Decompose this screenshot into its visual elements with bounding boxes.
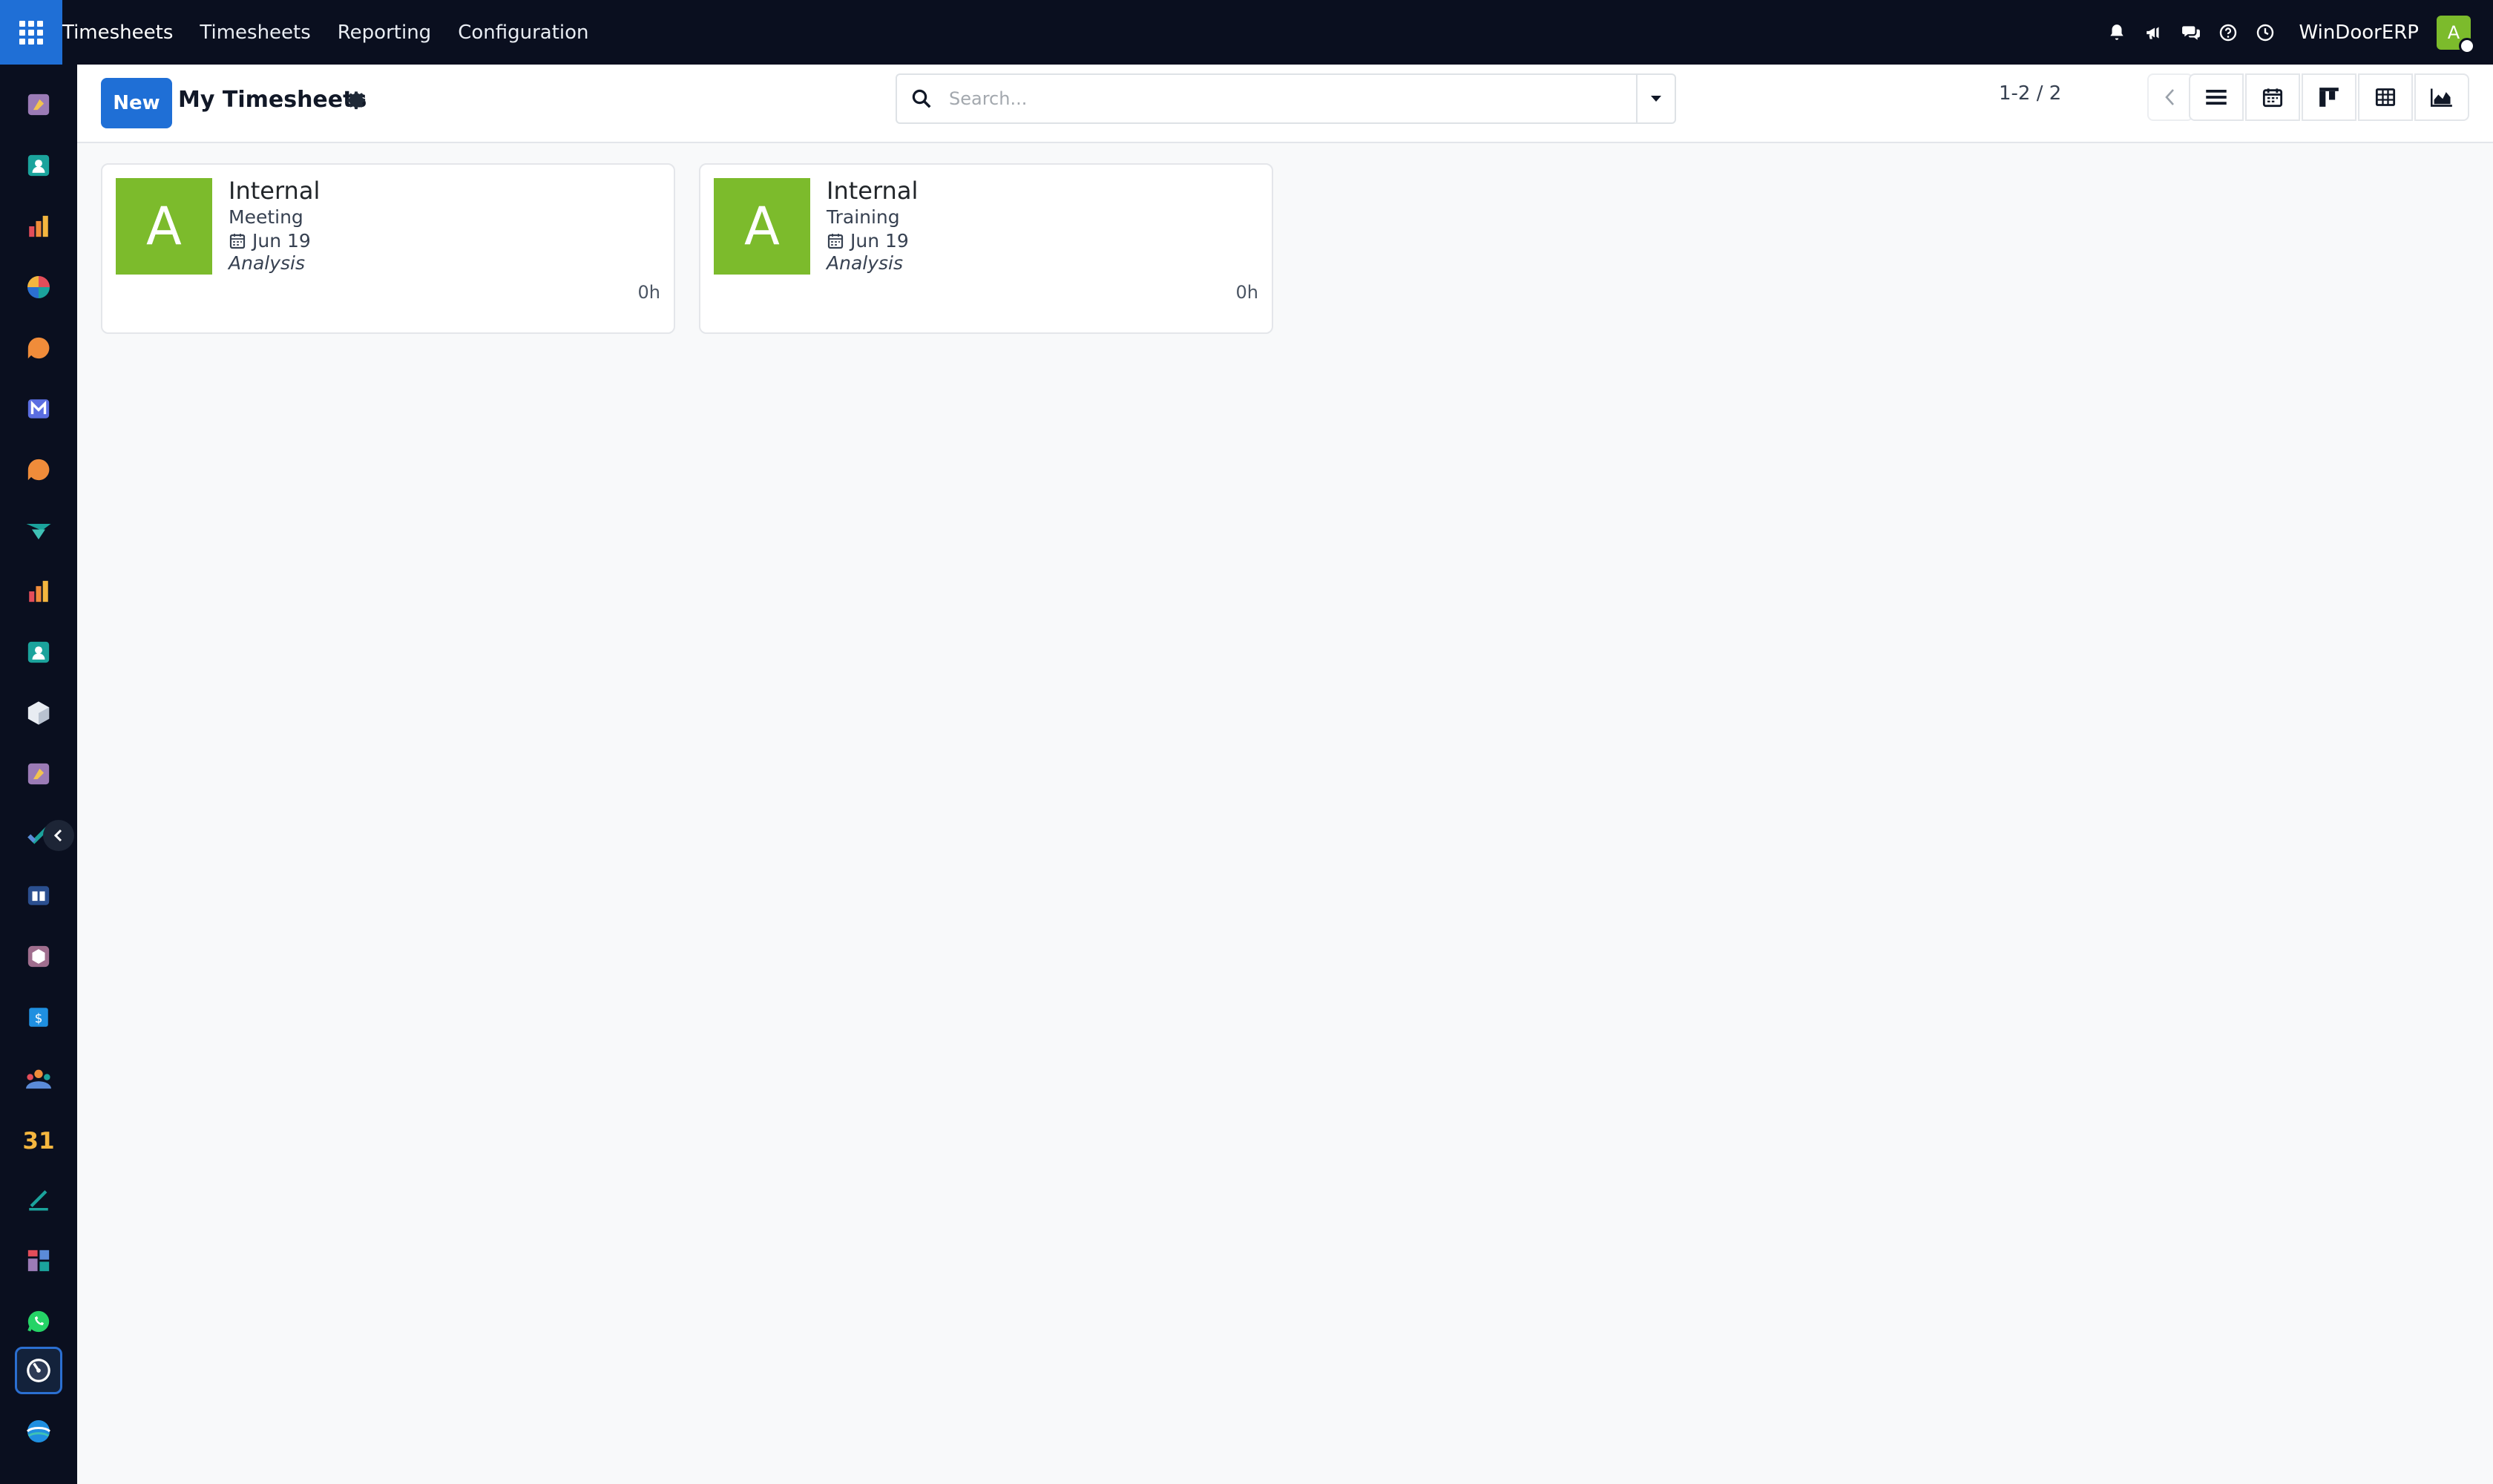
table-icon <box>2375 88 2396 106</box>
list-icon <box>2206 90 2227 105</box>
planning-icon[interactable] <box>15 507 62 554</box>
entry-date-label: Jun 19 <box>252 230 311 252</box>
discuss-icon[interactable] <box>15 324 62 372</box>
kanban-view-button[interactable] <box>2302 73 2356 121</box>
search-icon <box>910 88 933 113</box>
grid-icon <box>19 20 43 45</box>
dashboards-icon[interactable] <box>15 1237 62 1284</box>
contacts-icon[interactable] <box>15 142 62 189</box>
calendar-icon <box>2262 88 2283 108</box>
reporting-icon[interactable] <box>15 568 62 615</box>
pivot-view-button[interactable] <box>2358 73 2413 121</box>
gear-icon[interactable] <box>346 90 368 112</box>
elearning-icon[interactable] <box>15 872 62 919</box>
task-name: Training <box>827 206 900 228</box>
help-icon[interactable] <box>2210 14 2247 51</box>
search-options-toggle[interactable] <box>1636 75 1675 122</box>
employee-avatar: A <box>714 178 810 275</box>
graph-view-button[interactable] <box>2414 73 2469 121</box>
sign-icon[interactable] <box>15 1176 62 1224</box>
chat-icon[interactable] <box>2172 14 2210 51</box>
svg-text:$: $ <box>35 1011 43 1026</box>
calendar-icon <box>827 233 844 249</box>
employees-icon[interactable] <box>15 628 62 676</box>
hours-spent: 0h <box>1235 282 1258 303</box>
task-name: Meeting <box>229 206 303 228</box>
app-sidebar: $ 31 <box>0 65 77 1484</box>
svg-text:31: 31 <box>24 1128 53 1152</box>
description: Analysis <box>229 252 306 274</box>
entry-date-label: Jun 19 <box>850 230 909 252</box>
user-initial: A <box>2447 22 2460 43</box>
chevron-left-icon <box>53 829 62 842</box>
new-button[interactable]: New <box>101 78 172 128</box>
main-menu: Timesheets Timesheets Reporting Configur… <box>62 0 616 65</box>
clock-icon[interactable] <box>2247 14 2284 51</box>
area-chart-icon <box>2431 88 2452 107</box>
employee-avatar: A <box>116 178 212 275</box>
calendar-icon <box>229 233 246 249</box>
project-name: Internal <box>827 177 919 205</box>
sidebar-collapse-button[interactable] <box>43 820 74 851</box>
email-marketing-icon[interactable] <box>15 385 62 433</box>
top-navbar: Timesheets Timesheets Reporting Configur… <box>0 0 2493 65</box>
app-menu-button[interactable] <box>0 0 62 65</box>
calendar-icon[interactable]: 31 <box>15 1115 62 1163</box>
control-panel: New My Timesheets 1-2 / 2 <box>77 65 2493 143</box>
description: Analysis <box>827 252 904 274</box>
team-icon[interactable] <box>15 1054 62 1102</box>
calendar-view-button[interactable] <box>2245 73 2300 121</box>
inventory-icon[interactable] <box>15 689 62 737</box>
list-view-button[interactable] <box>2189 73 2244 121</box>
menu-configuration[interactable]: Configuration <box>458 22 588 44</box>
timesheet-card[interactable]: A Internal Training Jun 19 Analysis 0h <box>699 163 1273 334</box>
knowledge-icon[interactable] <box>15 81 62 128</box>
invoicing-icon[interactable]: $ <box>15 994 62 1041</box>
company-switcher[interactable]: WinDoorERP <box>2299 22 2419 44</box>
pager-value[interactable]: 1-2 / 2 <box>1999 82 2061 105</box>
hours-spent: 0h <box>637 282 660 303</box>
entry-date: Jun 19 <box>827 230 909 252</box>
chevron-left-icon <box>2165 89 2174 105</box>
product-icon[interactable] <box>15 933 62 980</box>
pager-previous-button[interactable] <box>2147 73 2193 121</box>
sales-icon[interactable] <box>15 203 62 250</box>
whatsapp-icon[interactable] <box>15 1298 62 1345</box>
megaphone-icon[interactable] <box>2135 14 2172 51</box>
caret-down-icon <box>1651 96 1661 102</box>
app-brand[interactable]: Timesheets <box>62 22 173 44</box>
documents-icon[interactable] <box>15 750 62 798</box>
menu-timesheets[interactable]: Timesheets <box>200 22 310 44</box>
status-dot <box>2459 37 2475 54</box>
menu-reporting[interactable]: Reporting <box>338 22 431 44</box>
timesheets-icon[interactable] <box>15 1347 62 1394</box>
timesheet-card[interactable]: A Internal Meeting Jun 19 Analysis 0h <box>101 163 675 334</box>
bell-icon[interactable] <box>2098 14 2135 51</box>
systray: WinDoorERP A <box>2098 0 2493 65</box>
kanban-icon <box>2319 88 2339 107</box>
search-bar <box>896 73 1676 124</box>
entry-date: Jun 19 <box>229 230 311 252</box>
project-name: Internal <box>229 177 321 205</box>
livechat-icon[interactable] <box>15 446 62 493</box>
user-avatar[interactable]: A <box>2437 15 2475 54</box>
helpdesk-icon[interactable] <box>15 1408 62 1455</box>
page-title: My Timesheets <box>178 87 367 113</box>
search-input[interactable] <box>949 82 1617 115</box>
crm-icon[interactable] <box>15 263 62 311</box>
